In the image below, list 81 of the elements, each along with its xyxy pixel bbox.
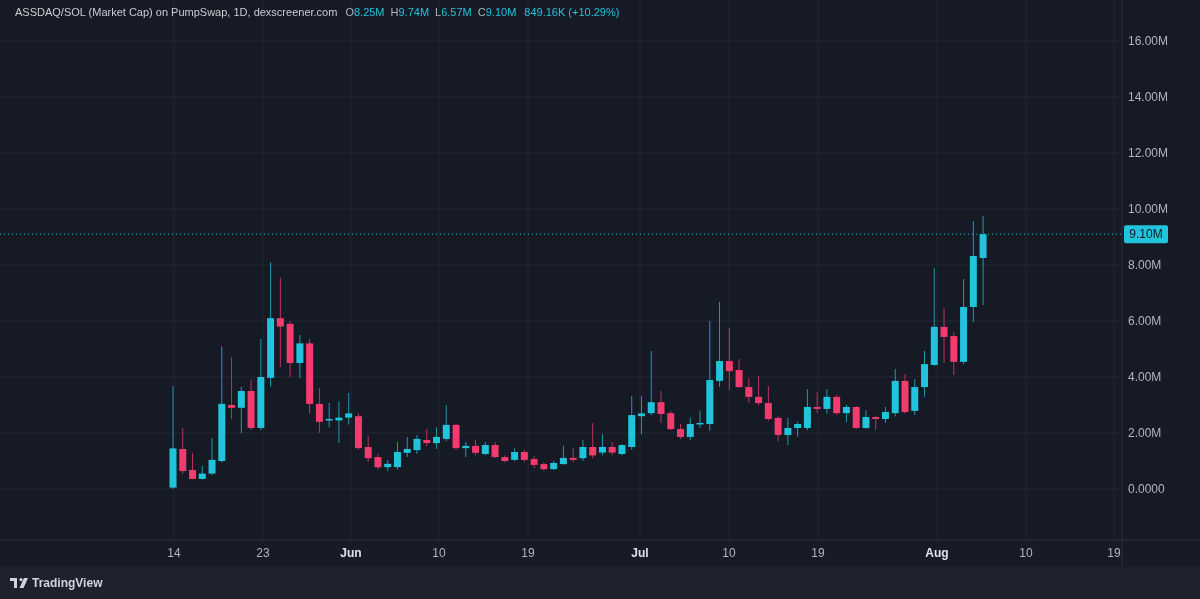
ohlc-value: H9.74M bbox=[390, 6, 430, 18]
y-axis-label: 8.00M bbox=[1128, 258, 1162, 272]
x-axis-label: 10 bbox=[722, 546, 736, 560]
candlestick bbox=[608, 441, 616, 456]
x-axis-label: 19 bbox=[521, 546, 535, 560]
candlestick bbox=[872, 415, 880, 431]
y-axis-label: 2.00M bbox=[1128, 426, 1162, 440]
candlestick bbox=[540, 461, 548, 472]
candlestick bbox=[823, 388, 831, 414]
candlestick bbox=[911, 378, 919, 416]
ohlc-value: L6.57M bbox=[435, 6, 472, 18]
candlestick bbox=[774, 415, 782, 442]
x-axis-label: 10 bbox=[1019, 546, 1033, 560]
candlestick bbox=[208, 437, 216, 476]
candlestick bbox=[442, 404, 450, 442]
y-axis-label: 14.00M bbox=[1128, 90, 1169, 104]
y-axis-label: 10.00M bbox=[1128, 202, 1169, 216]
candlestick bbox=[882, 406, 889, 424]
candlestick bbox=[784, 417, 792, 446]
candlestick bbox=[501, 454, 509, 463]
brand-name: TradingView bbox=[32, 576, 103, 590]
x-axis-label: 10 bbox=[432, 546, 446, 560]
x-axis-label: 19 bbox=[1107, 546, 1121, 560]
candlestick bbox=[374, 453, 382, 470]
y-axis-label: 12.00M bbox=[1128, 146, 1169, 160]
candlestick bbox=[686, 417, 694, 441]
candlestick bbox=[921, 350, 928, 398]
candlestick bbox=[677, 423, 684, 440]
candlestick bbox=[433, 426, 440, 450]
candlestick bbox=[735, 358, 743, 389]
candlestick bbox=[189, 452, 196, 480]
x-axis-label: Aug bbox=[925, 546, 949, 560]
candlestick bbox=[852, 405, 860, 430]
y-axis-label: 0.0000 bbox=[1128, 482, 1165, 496]
chart-title: ASSDAQ/SOL (Market Cap) on PumpSwap, 1D, dexscreener.com bbox=[15, 6, 338, 18]
candlestick bbox=[403, 436, 411, 458]
candlestick bbox=[647, 350, 655, 416]
candlestick bbox=[891, 368, 899, 417]
candlestick bbox=[813, 391, 821, 414]
candlestick bbox=[618, 443, 626, 456]
candlestick bbox=[364, 435, 372, 463]
candlestick bbox=[491, 441, 499, 459]
candlestick bbox=[950, 331, 958, 376]
y-axis-label: 4.00M bbox=[1128, 370, 1162, 384]
last-price-label: 9.10M bbox=[1124, 225, 1168, 244]
ohlc-value: O8.25M bbox=[345, 6, 385, 18]
candlestick bbox=[413, 434, 421, 455]
candlestick bbox=[530, 455, 538, 469]
ohlc-value: C9.10M bbox=[477, 6, 517, 18]
x-axis-label: 23 bbox=[256, 546, 270, 560]
logo-icon bbox=[10, 578, 28, 588]
candlestick bbox=[696, 410, 704, 429]
candlestick bbox=[657, 390, 665, 424]
x-axis-label: Jun bbox=[340, 546, 362, 560]
x-axis-label: 14 bbox=[167, 546, 181, 560]
candlestick bbox=[325, 402, 333, 428]
candlestick bbox=[901, 373, 909, 414]
candlestick bbox=[579, 439, 587, 462]
candlestick bbox=[394, 441, 401, 470]
candlestick bbox=[452, 422, 460, 451]
candlestick bbox=[569, 447, 577, 463]
candlestick bbox=[940, 307, 948, 364]
candlestick bbox=[247, 379, 255, 431]
x-axis-label: Jul bbox=[631, 546, 649, 560]
candlestick bbox=[862, 409, 870, 430]
candlestick bbox=[286, 320, 294, 378]
candlestick bbox=[335, 400, 343, 444]
candlestick bbox=[628, 395, 636, 451]
candlestick bbox=[667, 410, 675, 431]
y-axis-label: 16.00M bbox=[1128, 34, 1169, 48]
y-axis-label: 6.00M bbox=[1128, 314, 1162, 328]
candlestick bbox=[296, 334, 304, 379]
candlestick bbox=[198, 465, 206, 480]
candlestick bbox=[638, 395, 645, 435]
candlestick bbox=[745, 377, 753, 404]
candlestick bbox=[384, 459, 392, 472]
candlestick bbox=[462, 441, 470, 458]
price-change: 849.16K (+10.29%) bbox=[524, 6, 620, 18]
candlestick bbox=[423, 428, 431, 447]
x-axis-label: 19 bbox=[811, 546, 825, 560]
candlestick bbox=[179, 427, 187, 475]
